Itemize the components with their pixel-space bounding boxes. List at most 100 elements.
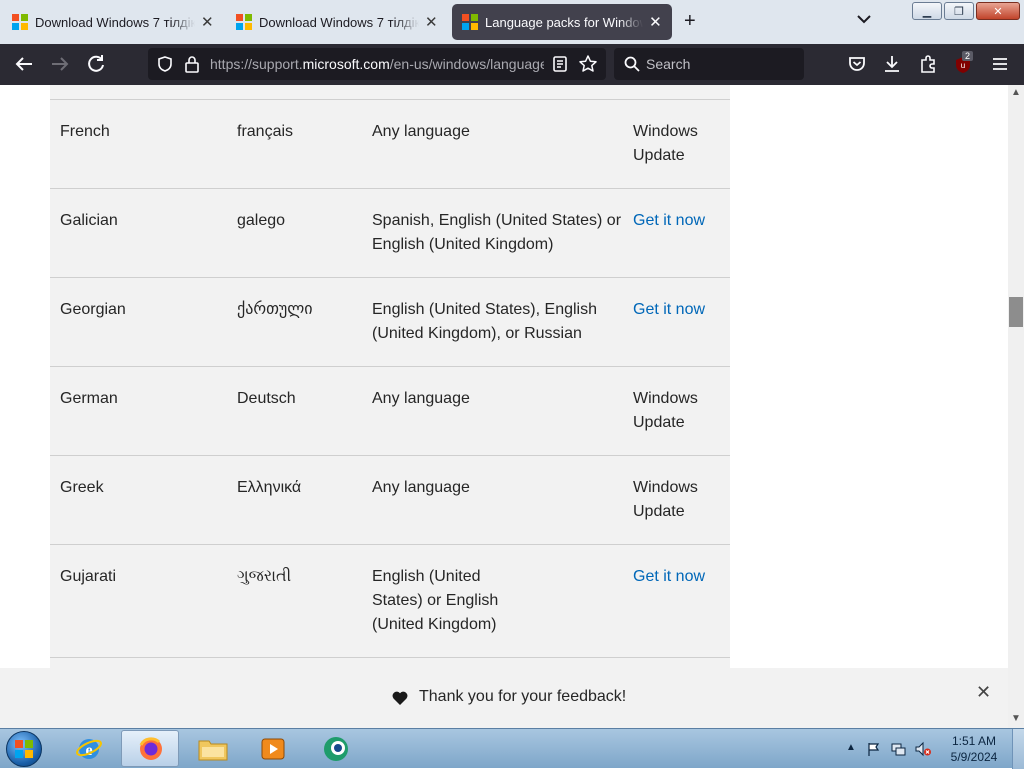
windows-taskbar: e ▲ 1:51 AM 5/9/2024 xyxy=(0,728,1024,769)
tab-title: Language packs for Windows - Microsoft S… xyxy=(485,14,643,30)
microsoft-logo-icon xyxy=(236,14,252,30)
close-window-button[interactable]: ✕ xyxy=(976,2,1020,20)
scroll-down-arrow-icon[interactable]: ▼ xyxy=(1011,713,1021,724)
heart-icon xyxy=(392,691,408,705)
ublock-extension-button[interactable]: u 2 xyxy=(954,51,976,76)
media-player-taskbar-button[interactable] xyxy=(244,730,302,767)
scrollbar-thumb[interactable] xyxy=(1009,297,1023,327)
scroll-up-arrow-icon[interactable]: ▲ xyxy=(1011,87,1021,98)
url-domain: microsoft.com xyxy=(302,56,390,72)
native-name-cell: galego xyxy=(237,212,286,229)
volume-muted-icon[interactable] xyxy=(914,741,932,757)
tab-title: Download Windows 7 тілдік интерфейс паке… xyxy=(259,14,419,30)
base-language-cell: English (United States), English (United… xyxy=(372,301,597,342)
internet-explorer-icon: e xyxy=(76,739,102,759)
search-placeholder: Search xyxy=(646,56,691,72)
table-row: French français Any language Windows Upd… xyxy=(50,100,730,189)
windows-logo-icon xyxy=(15,740,33,758)
language-cell: Georgian xyxy=(60,301,126,318)
url-suffix: /en-us/windows/language-packs-for-window… xyxy=(389,56,544,72)
get-it-cell: Windows Update xyxy=(633,479,698,520)
firefox-taskbar-button[interactable] xyxy=(121,730,179,767)
base-language-cell: Any language xyxy=(372,390,470,407)
show-hidden-icons-icon[interactable]: ▲ xyxy=(846,742,856,753)
base-language-cell: Spanish, English (United States) or Engl… xyxy=(372,212,622,253)
restore-button[interactable]: ❐ xyxy=(944,2,974,20)
page-scrollbar[interactable]: ▲ ▼ xyxy=(1008,85,1024,728)
forward-button[interactable] xyxy=(48,52,72,76)
address-bar[interactable]: https://support.microsoft.com/en-us/wind… xyxy=(148,48,606,80)
table-top-border xyxy=(50,85,730,100)
table-row: Galician galego Spanish, English (United… xyxy=(50,189,730,278)
get-it-now-link[interactable]: Get it now xyxy=(633,209,723,233)
native-name-cell: ગુજરાતી xyxy=(237,568,292,585)
language-cell: French xyxy=(60,123,110,140)
close-tab-icon[interactable]: ✕ xyxy=(201,13,214,31)
base-language-cell: Any language xyxy=(372,479,470,496)
url-text[interactable]: https://support.microsoft.com/en-us/wind… xyxy=(210,56,544,72)
lock-icon[interactable] xyxy=(184,55,200,73)
chat-app-icon xyxy=(324,737,348,761)
clock-date: 5/9/2024 xyxy=(950,750,998,764)
language-cell: Greek xyxy=(60,479,104,496)
language-cell: Galician xyxy=(60,212,118,229)
minimize-button[interactable]: ▁ xyxy=(912,2,942,20)
close-feedback-icon[interactable]: ✕ xyxy=(976,682,991,703)
base-language-cell: Any language xyxy=(372,123,470,140)
shield-icon[interactable] xyxy=(156,55,174,73)
native-name-cell: français xyxy=(237,123,294,140)
search-icon xyxy=(624,56,640,72)
start-button[interactable] xyxy=(6,731,42,767)
table-row: Gujarati ગુજરાતી English (United States)… xyxy=(50,545,730,658)
language-cell: Gujarati xyxy=(60,568,117,585)
tab-title: Download Windows 7 тілдік интерфейс паке… xyxy=(35,14,195,30)
extension-badge: 2 xyxy=(962,51,974,61)
feedback-message: Thank you for your feedback! xyxy=(419,688,627,705)
get-it-cell: Windows Update xyxy=(633,390,698,431)
close-tab-icon[interactable]: ✕ xyxy=(649,13,662,31)
base-language-cell: English (United States) or English (Unit… xyxy=(372,568,499,633)
taskbar-clock[interactable]: 1:51 AM 5/9/2024 xyxy=(948,733,1000,765)
get-it-now-link[interactable]: Get it now xyxy=(633,565,723,589)
url-prefix: https://support. xyxy=(210,56,303,72)
language-cell: German xyxy=(60,390,118,407)
native-name-cell: ქართული xyxy=(237,301,313,318)
tab-language-packs[interactable]: Language packs for Windows - Microsoft S… xyxy=(452,4,672,40)
show-desktop-button[interactable] xyxy=(1012,729,1024,769)
media-player-icon xyxy=(261,738,285,760)
tab-strip: Download Windows 7 тілдік интерфейс паке… xyxy=(0,0,1024,44)
get-it-cell: Windows Update xyxy=(633,123,698,164)
action-center-flag-icon[interactable] xyxy=(866,741,882,757)
clock-time: 1:51 AM xyxy=(951,734,997,748)
microsoft-logo-icon xyxy=(12,14,28,30)
get-it-now-link[interactable]: Get it now xyxy=(633,298,723,322)
close-tab-icon[interactable]: ✕ xyxy=(425,13,438,31)
tab-download-1[interactable]: Download Windows 7 тілдік интерфейс паке… xyxy=(2,4,224,40)
network-icon[interactable] xyxy=(890,741,906,757)
table-row: German Deutsch Any language Windows Upda… xyxy=(50,367,730,456)
app-taskbar-button[interactable] xyxy=(308,730,366,767)
svg-text:u: u xyxy=(961,61,965,70)
back-button[interactable] xyxy=(12,52,36,76)
reader-view-icon[interactable] xyxy=(552,55,568,73)
tab-download-2[interactable]: Download Windows 7 тілдік интерфейс паке… xyxy=(226,4,448,40)
page-content: French français Any language Windows Upd… xyxy=(0,85,1008,728)
bookmark-star-icon[interactable] xyxy=(578,54,598,74)
pocket-icon[interactable] xyxy=(845,52,869,76)
language-packs-table: French français Any language Windows Upd… xyxy=(50,85,730,698)
downloads-icon[interactable] xyxy=(880,52,904,76)
table-row: Greek Ελληνικά Any language Windows Upda… xyxy=(50,456,730,545)
native-name-cell: Ελληνικά xyxy=(237,479,302,496)
native-name-cell: Deutsch xyxy=(237,390,296,407)
firefox-icon xyxy=(139,737,162,760)
list-all-tabs-icon[interactable] xyxy=(855,10,873,28)
internet-explorer-taskbar-button[interactable]: e xyxy=(60,730,118,767)
feedback-banner: Thank you for your feedback! ✕ xyxy=(0,668,1008,728)
new-tab-button[interactable]: + xyxy=(684,10,696,33)
extensions-icon[interactable] xyxy=(916,52,940,76)
reload-button[interactable] xyxy=(84,52,108,76)
menu-icon[interactable] xyxy=(988,52,1012,76)
search-bar[interactable]: Search xyxy=(614,48,804,80)
folder-icon xyxy=(198,740,228,761)
file-explorer-taskbar-button[interactable] xyxy=(184,730,242,767)
